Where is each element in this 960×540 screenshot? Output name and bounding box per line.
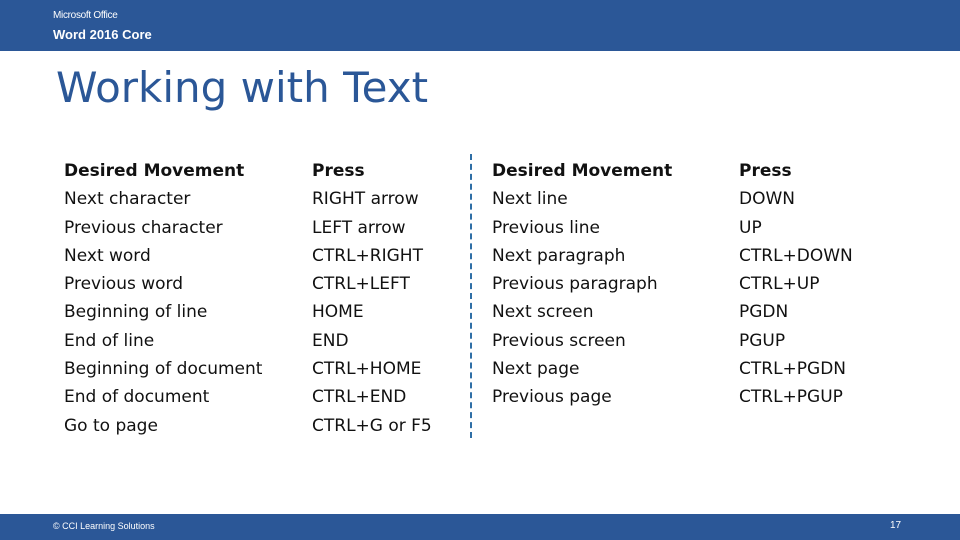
table2-press-cell: CTRL+PGDN <box>739 359 847 380</box>
table2-press-cell: CTRL+PGUP <box>739 387 843 408</box>
table2-press-header: Press <box>739 161 792 181</box>
table2-movement-cell: Next page <box>492 359 580 380</box>
table1-press-cell: END <box>312 330 349 351</box>
table1-movement-cell: End of line <box>64 330 155 351</box>
table1-press-cell: CTRL+G or F5 <box>312 415 432 436</box>
table2-press-cell: CTRL+UP <box>739 274 820 295</box>
footer-bar: © CCI Learning Solutions 17 <box>0 514 960 540</box>
table2-press-cell: UP <box>739 217 762 238</box>
table2-movement-cell: Next paragraph <box>492 245 626 266</box>
header-bar: Microsoft Office Word 2016 Core <box>0 0 960 51</box>
table2-movement-cell: Previous paragraph <box>492 274 658 295</box>
table1-movement-header: Desired Movement <box>64 161 245 181</box>
table1-movement-cell: Go to page <box>64 415 158 436</box>
table2-movement-cell: Previous page <box>492 387 612 408</box>
table2-movement-cell: Previous screen <box>492 330 626 351</box>
suite-name: Microsoft Office <box>53 10 118 21</box>
table2-movement-column: Desired Movement Next line Previous line… <box>492 157 672 412</box>
table2-press-cell: PGUP <box>739 330 786 351</box>
table2-press-cell: CTRL+DOWN <box>739 245 853 266</box>
slide-title: Working with Text <box>56 63 429 112</box>
table1-movement-cell: Previous character <box>64 217 223 238</box>
table1-press-column: Press RIGHT arrow LEFT arrow CTRL+RIGHT … <box>312 157 432 440</box>
table2-press-cell: DOWN <box>739 189 795 210</box>
table2-movement-cell: Next screen <box>492 302 594 323</box>
product-name: Word 2016 Core <box>53 27 152 42</box>
page-number: 17 <box>890 520 902 531</box>
table1-movement-cell: Previous word <box>64 274 184 295</box>
table2-press-column: Press DOWN UP CTRL+DOWN CTRL+UP PGDN PGU… <box>739 157 853 412</box>
table1-movement-cell: Beginning of document <box>64 359 263 380</box>
table1-movement-cell: Next word <box>64 245 151 266</box>
table2-movement-header: Desired Movement <box>492 161 673 181</box>
table1-movement-cell: Next character <box>64 189 191 210</box>
copyright-text: © CCI Learning Solutions <box>53 521 155 531</box>
table1-press-cell: CTRL+HOME <box>312 359 422 380</box>
table2-movement-cell: Next line <box>492 189 568 210</box>
column-divider <box>470 154 472 438</box>
table1-press-header: Press <box>312 161 365 181</box>
table1-press-cell: CTRL+LEFT <box>312 274 410 295</box>
table1-press-cell: CTRL+END <box>312 387 407 408</box>
table1-movement-cell: Beginning of line <box>64 302 208 323</box>
table1-movement-column: Desired Movement Next character Previous… <box>64 157 262 440</box>
table2-press-cell: PGDN <box>739 302 789 323</box>
table2-movement-cell: Previous line <box>492 217 600 238</box>
table1-press-cell: LEFT arrow <box>312 217 406 238</box>
table1-press-cell: HOME <box>312 302 364 323</box>
table1-movement-cell: End of document <box>64 387 210 408</box>
table1-press-cell: RIGHT arrow <box>312 189 419 210</box>
table1-press-cell: CTRL+RIGHT <box>312 245 423 266</box>
